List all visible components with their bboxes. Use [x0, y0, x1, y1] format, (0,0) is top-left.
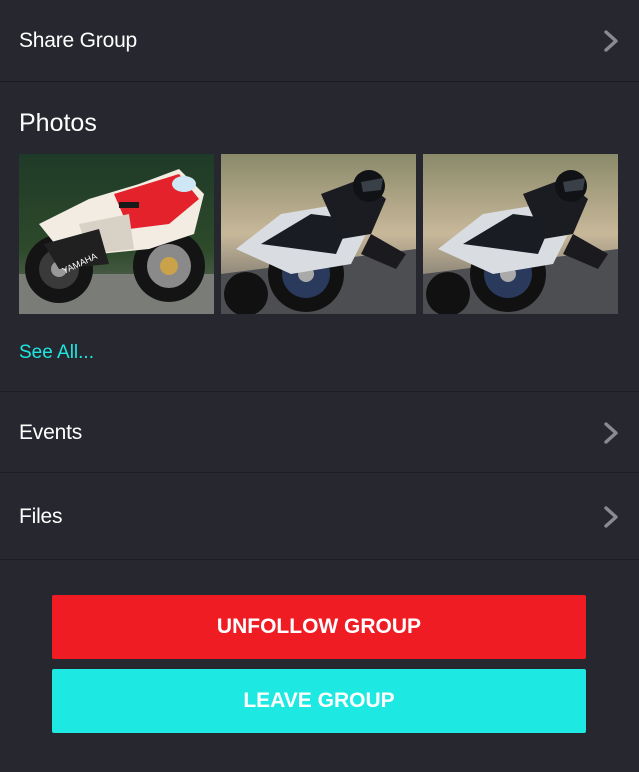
files-label: Files: [19, 504, 63, 528]
events-row[interactable]: Events: [0, 393, 639, 473]
share-group-label: Share Group: [19, 28, 138, 52]
leave-group-button[interactable]: LEAVE GROUP: [52, 669, 586, 733]
photo-thumbnail[interactable]: [221, 154, 416, 314]
photo-thumbnail[interactable]: YAMAHA: [19, 154, 214, 314]
see-all-photos-link[interactable]: See All...: [19, 342, 94, 364]
share-group-row[interactable]: Share Group: [0, 0, 639, 82]
photo-thumbnail[interactable]: [423, 154, 618, 314]
chevron-right-icon: [604, 421, 618, 444]
chevron-right-icon: [604, 29, 618, 52]
photos-section: Photos YAMAHA See All...: [0, 83, 639, 392]
unfollow-group-button[interactable]: UNFOLLOW GROUP: [52, 595, 586, 659]
files-row[interactable]: Files: [0, 474, 639, 560]
photos-title: Photos: [19, 109, 97, 137]
events-label: Events: [19, 420, 82, 444]
chevron-right-icon: [604, 505, 618, 528]
